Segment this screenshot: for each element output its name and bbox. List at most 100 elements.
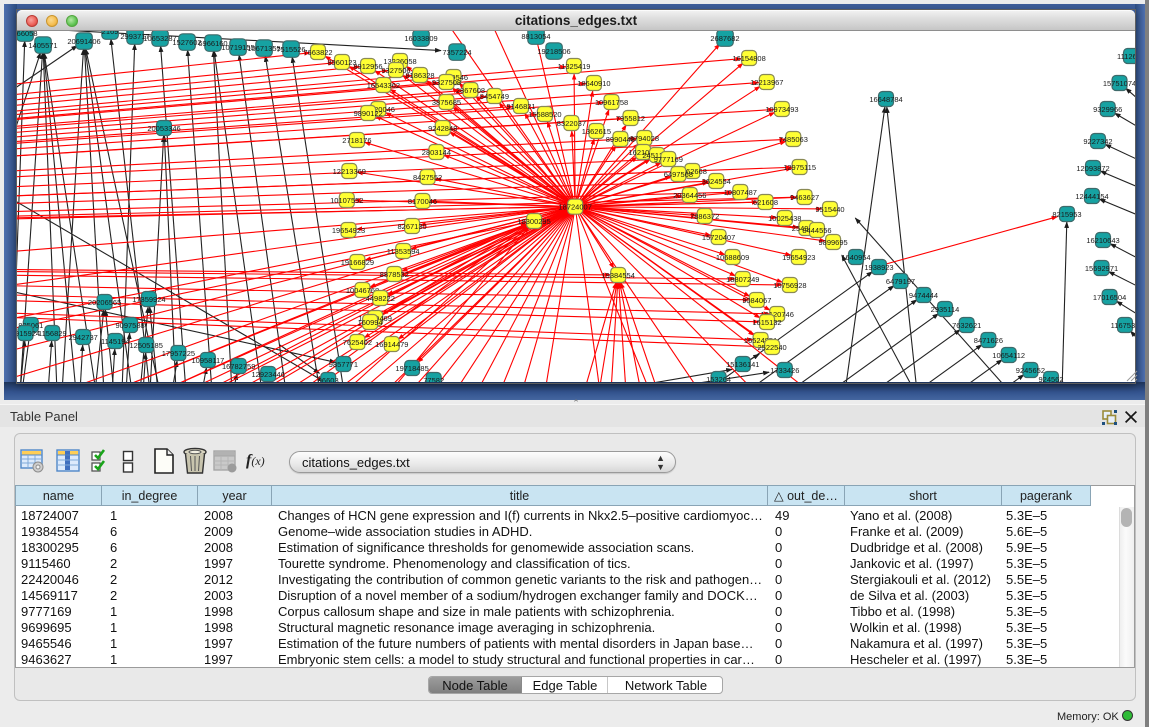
svg-text:8878532: 8878532 [380,270,409,279]
svg-text:10654112: 10654112 [992,351,1025,360]
svg-text:77582: 77582 [423,376,444,382]
svg-text:19654923: 19654923 [332,226,365,235]
svg-text:10025438: 10025438 [768,214,801,223]
svg-text:7663822: 7663822 [303,48,332,57]
svg-text:8912956: 8912956 [353,62,382,71]
svg-text:8444556: 8444556 [802,226,831,235]
svg-text:18640910: 18640910 [577,79,610,88]
svg-text:2718176: 2718176 [342,136,371,145]
svg-text:18724007: 18724007 [559,203,592,212]
svg-text:8170046: 8170046 [408,197,437,206]
svg-text:12444154: 12444154 [1075,192,1108,201]
svg-text:7886372: 7886372 [690,212,719,221]
svg-text:9777169: 9777169 [654,155,683,164]
svg-text:9515440: 9515440 [815,205,844,214]
svg-text:8427552: 8427552 [413,173,442,182]
svg-text:10688609: 10688609 [716,253,749,262]
svg-text:16782759: 16782759 [222,362,255,371]
svg-text:96603: 96603 [318,376,339,382]
svg-text:1112649: 1112649 [1117,52,1135,61]
svg-text:11353594: 11353594 [387,247,420,256]
svg-text:2942737: 2942737 [69,333,98,342]
svg-text:6479197: 6479197 [886,277,915,286]
svg-text:16648784: 16648784 [869,95,902,104]
svg-text:12923446: 12923446 [252,370,285,379]
svg-text:9899695: 9899695 [818,238,847,247]
svg-text:7357224: 7357224 [442,48,471,57]
svg-text:20206565: 20206565 [88,298,121,307]
svg-text:15588520: 15588520 [528,110,561,119]
svg-text:20053346: 20053346 [147,124,180,133]
svg-text:9242848: 9242848 [428,124,457,133]
svg-text:153264: 153264 [706,375,731,382]
svg-text:10958117: 10958117 [191,356,224,365]
svg-text:1615132: 1615132 [752,318,781,327]
svg-text:6497568: 6497568 [664,170,693,179]
svg-text:17359924: 17359924 [132,295,165,304]
svg-text:10756928: 10756928 [773,281,806,290]
svg-text:9463627: 9463627 [790,193,819,202]
svg-text:9890122: 9890122 [354,109,383,118]
svg-text:924562: 924562 [1038,375,1063,382]
svg-text:12505185: 12505185 [130,341,163,350]
svg-text:11325419: 11325419 [558,62,591,71]
svg-text:19654923: 19654923 [782,253,815,262]
svg-text:621608: 621608 [753,198,778,207]
svg-text:12975115: 12975115 [783,163,816,172]
svg-text:16033809: 16033809 [404,34,437,43]
svg-text:8186328: 8186328 [405,71,434,80]
svg-text:9227342: 9227342 [1083,137,1112,146]
svg-text:8960123: 8960123 [327,58,356,67]
svg-text:19384554: 19384554 [602,271,635,280]
svg-text:7632621: 7632621 [952,321,981,330]
svg-text:17957225: 17957225 [162,349,195,358]
svg-text:20691406: 20691406 [67,37,100,46]
svg-text:3915924: 3915924 [17,329,40,338]
svg-text:9474444: 9474444 [909,291,938,300]
svg-text:1640954: 1640954 [841,253,870,262]
svg-text:3624554: 3624554 [702,177,731,186]
svg-text:12213967: 12213967 [750,78,783,87]
svg-text:19166829: 19166829 [341,258,374,267]
svg-text:12213369: 12213369 [333,167,366,176]
svg-text:16154808: 16154808 [732,54,765,63]
svg-text:1527602: 1527602 [172,38,201,47]
svg-text:7955812: 7955812 [616,114,645,123]
svg-text:10107552: 10107552 [330,196,363,205]
svg-text:2522540: 2522540 [757,343,786,352]
svg-text:4498222: 4498222 [366,294,395,303]
svg-text:8215953: 8215953 [1052,210,1081,219]
svg-text:16543362: 16543362 [367,81,400,90]
svg-text:16210643: 16210643 [1086,236,1119,245]
svg-text:1145194: 1145194 [101,337,130,346]
svg-text:9245652: 9245652 [1016,366,1045,375]
svg-text:2169: 2169 [102,31,119,36]
svg-text:10961758: 10961758 [595,98,628,107]
svg-text:160994: 160994 [358,318,383,327]
svg-text:15136141: 15136141 [726,360,759,369]
svg-text:18300295: 18300295 [517,217,550,226]
svg-text:18807249: 18807249 [726,275,759,284]
svg-text:12093872: 12093872 [1076,164,1109,173]
svg-text:9097588: 9097588 [115,321,144,330]
svg-text:15751074: 15751074 [1103,79,1135,88]
svg-text:2935114: 2935114 [931,305,960,314]
svg-text:7625402: 7625402 [343,338,372,347]
svg-text:8454749: 8454749 [480,92,509,101]
svg-text:1938923: 1938923 [864,263,893,272]
svg-text:766058: 766058 [17,31,38,38]
svg-text:19718485: 19718485 [395,364,428,373]
svg-text:8471626: 8471626 [974,336,1003,345]
svg-text:9084067: 9084067 [742,296,771,305]
svg-text:20364456: 20364456 [673,191,706,200]
svg-text:15692971: 15692971 [1085,264,1118,273]
svg-text:10807487: 10807487 [724,188,757,197]
svg-text:1733426: 1733426 [770,366,799,375]
svg-text:1405571: 1405571 [28,41,57,50]
svg-text:7515526: 7515526 [276,45,305,54]
svg-text:8813054: 8813054 [521,32,550,41]
svg-text:15720407: 15720407 [702,233,735,242]
svg-text:3875685: 3875685 [432,98,461,107]
svg-text:1156829: 1156829 [38,329,67,338]
svg-text:17016504: 17016504 [1093,293,1126,302]
